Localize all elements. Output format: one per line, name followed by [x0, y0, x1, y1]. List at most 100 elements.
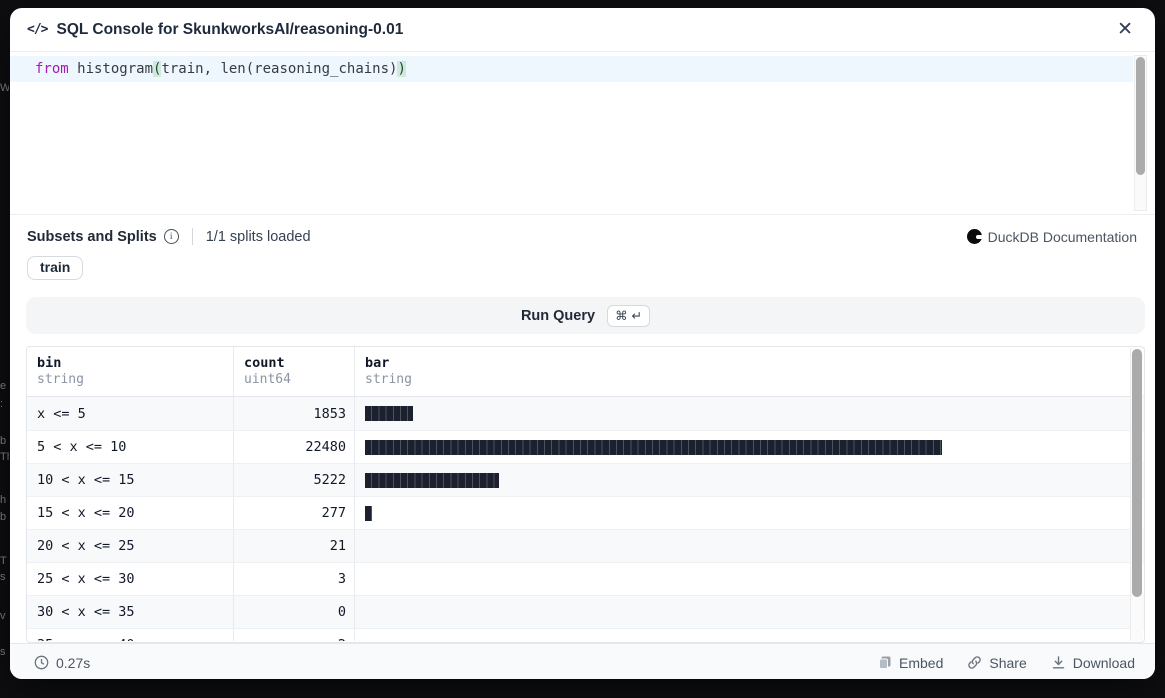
table-row: 5 < x <= 1022480 — [27, 430, 1144, 463]
cell-bin: 25 < x <= 30 — [27, 563, 234, 595]
download-label: Download — [1073, 655, 1135, 671]
background-text-fragment: b — [0, 435, 9, 447]
share-button[interactable]: Share — [967, 655, 1026, 671]
embed-button[interactable]: Embed — [878, 655, 943, 671]
modal-title: SQL Console for SkunkworksAI/reasoning-0… — [56, 21, 403, 39]
table-row: 20 < x <= 2521 — [27, 529, 1144, 562]
embed-label: Embed — [899, 655, 943, 671]
embed-icon — [878, 655, 892, 670]
close-icon[interactable]: ✕ — [1113, 18, 1137, 41]
cell-count: 277 — [234, 497, 355, 529]
cell-bar — [355, 530, 1144, 562]
cell-count: 22480 — [234, 431, 355, 463]
split-chip-train[interactable]: train — [27, 256, 83, 280]
table-body: x <= 518535 < x <= 102248010 < x <= 1552… — [27, 397, 1144, 641]
cell-bin: x <= 5 — [27, 397, 234, 430]
query-duration: 0.27s — [34, 655, 90, 671]
split-chips: train — [27, 256, 1137, 280]
modal-header: </> SQL Console for SkunkworksAI/reasoni… — [10, 8, 1155, 52]
download-icon — [1051, 655, 1066, 670]
cell-count: 1853 — [234, 397, 355, 430]
editor-scrollbar[interactable] — [1134, 55, 1147, 211]
histogram-bar — [365, 506, 372, 521]
background-text-fragment: Th — [0, 451, 9, 463]
table-row: 10 < x <= 155222 — [27, 463, 1144, 496]
cell-bar — [355, 629, 1144, 641]
query-segment-plain: train, len(reasoning_chains) — [161, 61, 397, 77]
query-segment-bracket: ) — [397, 61, 405, 77]
background-text-fragment: e — [0, 380, 9, 392]
cell-count: 2 — [234, 629, 355, 641]
code-icon: </> — [27, 22, 47, 37]
cell-bin: 20 < x <= 25 — [27, 530, 234, 562]
cell-bin: 10 < x <= 15 — [27, 464, 234, 496]
table-scrollbar-thumb[interactable] — [1132, 349, 1142, 597]
cell-bar — [355, 596, 1144, 628]
histogram-bar — [365, 406, 413, 421]
run-query-button[interactable]: Run Query ⌘↵ — [26, 297, 1145, 334]
table-row: 35 < x <= 402 — [27, 628, 1144, 641]
background-text-fragment: s — [0, 571, 9, 583]
table-row: 25 < x <= 303 — [27, 562, 1144, 595]
column-name: count — [244, 355, 344, 371]
cell-bar — [355, 464, 1144, 496]
run-query-label: Run Query — [521, 308, 595, 324]
sql-console-modal: </> SQL Console for SkunkworksAI/reasoni… — [10, 8, 1155, 679]
clock-icon — [34, 655, 49, 670]
cell-count: 3 — [234, 563, 355, 595]
histogram-bar — [365, 473, 499, 488]
subsets-heading: Subsets and Splits — [27, 229, 157, 245]
column-type: uint64 — [244, 372, 344, 387]
column-name: bin — [37, 355, 223, 371]
cell-bar — [355, 397, 1144, 430]
query-segment-plain: histogram — [69, 61, 153, 77]
histogram-bar — [365, 440, 942, 455]
results-table: binstringcountuint64barstring x <= 51853… — [26, 346, 1145, 643]
background-text-fragment: : — [0, 398, 9, 410]
kbd-shortcut-badge: ⌘↵ — [607, 305, 650, 327]
table-row: 30 < x <= 350 — [27, 595, 1144, 628]
background-text-fragment: s — [0, 646, 9, 658]
sql-editor[interactable]: from histogram(train, len(reasoning_chai… — [10, 52, 1155, 214]
share-icon — [967, 655, 982, 670]
column-type: string — [365, 372, 1134, 387]
cell-bin: 35 < x <= 40 — [27, 629, 234, 641]
duckdb-logo-icon — [967, 229, 982, 244]
column-type: string — [37, 372, 223, 387]
editor-scrollbar-thumb[interactable] — [1136, 57, 1145, 175]
download-button[interactable]: Download — [1051, 655, 1135, 671]
subsets-section: Subsets and Splits i 1/1 splits loaded D… — [10, 214, 1155, 291]
background-text-fragment: h — [0, 494, 9, 506]
background-text-fragment: W — [0, 82, 9, 94]
duration-value: 0.27s — [56, 655, 90, 671]
cell-bar — [355, 431, 1144, 463]
table-header-row: binstringcountuint64barstring — [27, 347, 1144, 397]
share-label: Share — [989, 655, 1026, 671]
column-name: bar — [365, 355, 1134, 371]
divider — [192, 228, 193, 245]
footer-actions: Embed Share Download — [878, 655, 1135, 671]
kbd-key: ⌘ — [615, 308, 628, 323]
background-text-fragment: T — [0, 555, 9, 567]
column-header-bin: binstring — [27, 347, 234, 396]
kbd-key: ↵ — [632, 308, 642, 323]
column-header-count: countuint64 — [234, 347, 355, 396]
info-icon[interactable]: i — [164, 229, 179, 244]
cell-bin: 5 < x <= 10 — [27, 431, 234, 463]
query-line[interactable]: from histogram(train, len(reasoning_chai… — [10, 56, 1133, 82]
duckdb-documentation-link[interactable]: DuckDB Documentation — [967, 229, 1137, 245]
column-header-bar: barstring — [355, 347, 1144, 396]
cell-bar — [355, 563, 1144, 595]
cell-bin: 30 < x <= 35 — [27, 596, 234, 628]
duckdb-documentation-label: DuckDB Documentation — [988, 229, 1137, 245]
cell-count: 21 — [234, 530, 355, 562]
background-text-fragment: b — [0, 511, 9, 523]
modal-footer: 0.27s Embed Share Download — [10, 643, 1155, 679]
cell-bar — [355, 497, 1144, 529]
background-text-fragment: v — [0, 610, 9, 622]
splits-loaded-status: 1/1 splits loaded — [206, 229, 311, 245]
cell-count: 0 — [234, 596, 355, 628]
table-row: x <= 51853 — [27, 397, 1144, 430]
table-row: 15 < x <= 20277 — [27, 496, 1144, 529]
table-scrollbar[interactable] — [1130, 348, 1143, 641]
